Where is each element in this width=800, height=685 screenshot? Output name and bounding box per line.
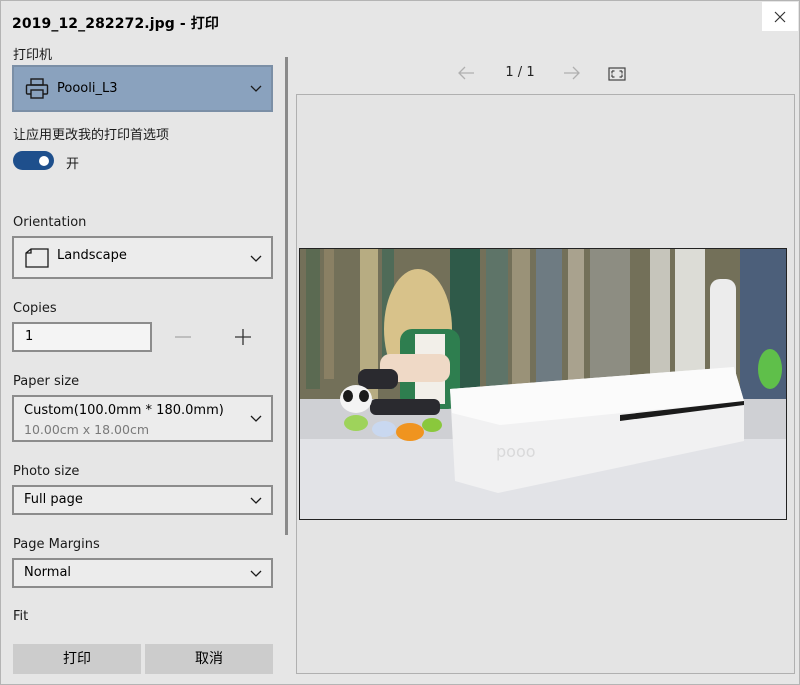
previous-page-button[interactable] (457, 65, 475, 81)
copies-input[interactable]: 1 (12, 322, 152, 352)
paper-size-select[interactable]: Custom(100.0mm * 180.0mm) 10.00cm x 18.0… (12, 395, 273, 442)
print-preview-pane: pooo (296, 94, 795, 674)
paper-size-select-value: Custom(100.0mm * 180.0mm) (24, 403, 224, 418)
photo-size-select-value: Full page (24, 492, 83, 507)
fit-label: Fit (13, 609, 29, 624)
paper-size-dimensions: 10.00cm x 18.00cm (24, 422, 150, 437)
chevron-down-icon (250, 255, 262, 262)
preview-photo: pooo (300, 249, 786, 519)
chevron-down-icon (250, 570, 262, 577)
next-page-button[interactable] (563, 65, 581, 81)
orientation-label: Orientation (13, 215, 87, 230)
landscape-page-icon (25, 248, 49, 268)
fit-to-window-icon[interactable] (608, 67, 626, 81)
close-icon (774, 11, 786, 22)
app-prefs-label: 让应用更改我的打印首选项 (13, 128, 170, 143)
printer-label: 打印机 (13, 48, 53, 63)
preview-page: pooo (299, 248, 787, 520)
page-margins-select[interactable]: Normal (12, 558, 273, 588)
page-indicator: 1 / 1 (505, 65, 535, 80)
chevron-down-icon (250, 415, 262, 422)
toggle-knob (39, 155, 49, 166)
close-button[interactable] (762, 2, 798, 31)
page-margins-select-value: Normal (24, 565, 72, 580)
page-margins-label: Page Margins (13, 537, 100, 552)
orientation-select[interactable]: Landscape (12, 236, 273, 279)
decrement-button[interactable] (173, 327, 193, 347)
paper-size-label: Paper size (13, 374, 80, 389)
chevron-down-icon (250, 85, 262, 92)
svg-text:pooo: pooo (496, 442, 536, 461)
printer-select-value: Poooli_L3 (57, 81, 118, 96)
print-button[interactable]: 打印 (13, 644, 141, 674)
photo-size-label: Photo size (13, 464, 80, 479)
window-title: 2019_12_282272.jpg - 打印 (12, 16, 219, 32)
orientation-select-value: Landscape (57, 248, 127, 263)
copies-label: Copies (13, 301, 57, 316)
printer-icon (25, 78, 49, 99)
app-prefs-toggle-state: 开 (66, 157, 80, 172)
photo-size-select[interactable]: Full page (12, 485, 273, 515)
printer-select[interactable]: Poooli_L3 (12, 65, 273, 112)
cancel-button[interactable]: 取消 (145, 644, 273, 674)
print-dialog: 2019_12_282272.jpg - 打印 打印机 Poooli_L3 让应… (0, 0, 800, 685)
chevron-down-icon (250, 497, 262, 504)
settings-scrollbar[interactable] (285, 57, 288, 535)
app-prefs-toggle[interactable] (13, 151, 54, 170)
increment-button[interactable] (233, 327, 253, 347)
